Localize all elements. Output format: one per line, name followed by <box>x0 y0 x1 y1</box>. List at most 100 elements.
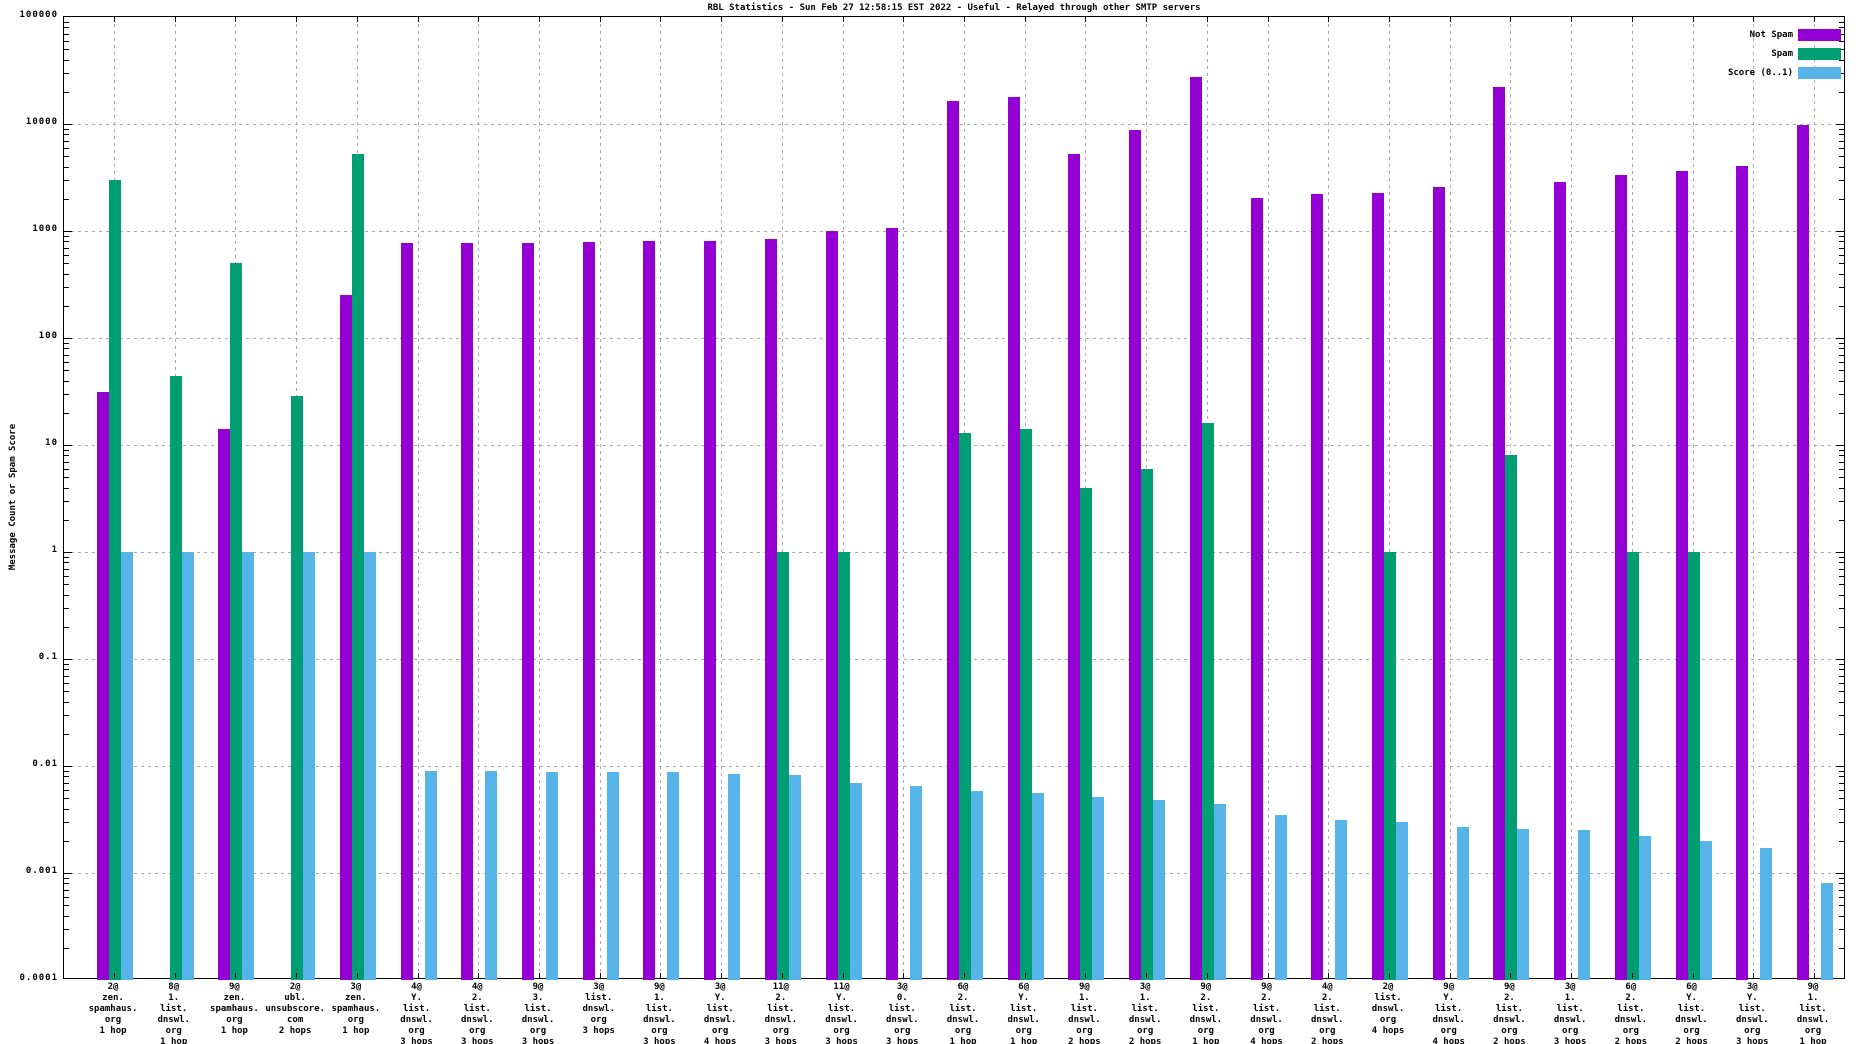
x-tick <box>1510 973 1511 978</box>
bar-score-0-1- <box>303 552 315 980</box>
bar-score-0-1- <box>1760 848 1772 980</box>
x-tick <box>1207 973 1208 978</box>
y-minor-tick <box>64 916 69 917</box>
y-minor-tick <box>64 771 69 772</box>
y-minor-tick <box>64 362 69 363</box>
y-minor-tick <box>64 41 69 42</box>
bar-score-0-1- <box>1153 800 1165 980</box>
y-minor-tick <box>1839 274 1844 275</box>
x-category-label: 3@ 0. list. dnswl. org 3 hops <box>867 982 937 1044</box>
y-minor-tick <box>64 141 69 142</box>
bar-not-spam <box>522 243 534 980</box>
bar-not-spam <box>643 241 655 980</box>
y-minor-tick <box>1839 822 1844 823</box>
bar-not-spam <box>1129 130 1141 980</box>
y-tick-label: 0.01 <box>4 760 58 769</box>
legend-swatch <box>1798 29 1841 41</box>
y-minor-tick <box>64 790 69 791</box>
bar-score-0-1- <box>242 552 254 980</box>
legend-row: Not Spam <box>1623 29 1843 41</box>
v-gridline <box>1814 17 1815 978</box>
y-minor-tick <box>1839 776 1844 777</box>
bar-not-spam <box>401 243 413 980</box>
bar-spam <box>230 263 242 980</box>
y-tick-label: 0.001 <box>4 867 58 876</box>
x-category-label: 6@ Y. list. dnswl. org 1 hop <box>989 982 1059 1044</box>
bar-score-0-1- <box>364 552 376 980</box>
y-minor-tick <box>64 274 69 275</box>
y-minor-tick <box>64 584 69 585</box>
y-minor-tick <box>1839 691 1844 692</box>
y-major-tick <box>64 231 72 232</box>
y-minor-tick <box>1839 890 1844 891</box>
y-minor-tick <box>1839 488 1844 489</box>
bar-spam <box>291 396 303 980</box>
y-minor-tick <box>64 627 69 628</box>
x-tick <box>1510 17 1511 22</box>
x-tick <box>964 17 965 22</box>
y-minor-tick <box>1839 734 1844 735</box>
v-gridline <box>1268 17 1269 978</box>
y-minor-tick <box>1839 167 1844 168</box>
y-minor-tick <box>64 134 69 135</box>
chart-title: RBL Statistics - Sun Feb 27 12:58:15 EST… <box>63 3 1845 13</box>
x-tick <box>1207 17 1208 22</box>
y-minor-tick <box>64 883 69 884</box>
bar-score-0-1- <box>1214 804 1226 980</box>
x-tick <box>539 973 540 978</box>
bar-score-0-1- <box>182 552 194 980</box>
x-tick <box>235 17 236 22</box>
bar-spam <box>1627 552 1639 980</box>
x-tick <box>296 973 297 978</box>
v-gridline <box>1753 17 1754 978</box>
x-category-label: 9@ 1. list. dnswl. org 2 hops <box>1049 982 1119 1044</box>
y-minor-tick <box>64 73 69 74</box>
x-tick <box>1268 973 1269 978</box>
bar-spam <box>1020 429 1032 980</box>
y-minor-tick <box>64 576 69 577</box>
x-tick <box>1389 17 1390 22</box>
y-minor-tick <box>1839 562 1844 563</box>
y-minor-tick <box>64 306 69 307</box>
legend-label-not-spam: Not Spam <box>1750 30 1793 40</box>
y-minor-tick <box>1839 287 1844 288</box>
x-category-label: 3@ Y. list. dnswl. org 4 hops <box>685 982 755 1044</box>
bar-spam <box>1202 423 1214 980</box>
x-tick <box>1328 973 1329 978</box>
y-minor-tick <box>64 370 69 371</box>
y-minor-tick <box>1839 702 1844 703</box>
y-minor-tick <box>64 450 69 451</box>
x-category-label: 9@ Y. list. dnswl. org 4 hops <box>1414 982 1484 1044</box>
y-minor-tick <box>64 702 69 703</box>
y-minor-tick <box>64 343 69 344</box>
y-minor-tick <box>1839 584 1844 585</box>
x-category-label: 6@ 2. list. dnswl. org 2 hops <box>1596 982 1666 1044</box>
y-major-tick <box>64 445 72 446</box>
v-gridline <box>600 17 601 978</box>
bar-not-spam <box>765 239 777 980</box>
y-minor-tick <box>64 905 69 906</box>
bar-spam <box>1141 469 1153 980</box>
x-tick <box>1571 973 1572 978</box>
bar-score-0-1- <box>607 772 619 980</box>
y-minor-tick <box>64 569 69 570</box>
y-minor-tick <box>1839 248 1844 249</box>
x-tick <box>721 973 722 978</box>
y-minor-tick <box>64 263 69 264</box>
y-minor-tick <box>1839 576 1844 577</box>
y-minor-tick <box>64 948 69 949</box>
bar-score-0-1- <box>1821 883 1833 980</box>
y-minor-tick <box>64 776 69 777</box>
legend-row: Score (0..1) <box>1623 67 1843 79</box>
y-minor-tick <box>64 462 69 463</box>
y-minor-tick <box>1839 897 1844 898</box>
y-minor-tick <box>64 248 69 249</box>
v-gridline <box>1450 17 1451 978</box>
y-minor-tick <box>1839 683 1844 684</box>
y-minor-tick <box>1839 148 1844 149</box>
y-minor-tick <box>64 897 69 898</box>
y-minor-tick <box>64 890 69 891</box>
y-minor-tick <box>64 180 69 181</box>
x-tick <box>114 17 115 22</box>
x-tick <box>175 17 176 22</box>
